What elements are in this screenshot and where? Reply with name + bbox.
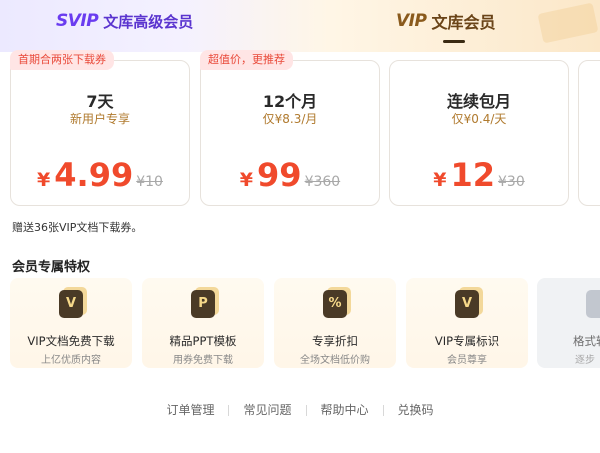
privilege-desc: 逐步 bbox=[575, 355, 595, 366]
privilege-format-convert[interactable]: 格式转 逐步 bbox=[537, 278, 600, 368]
price-amount: 4.99 bbox=[54, 156, 134, 194]
privilege-vip-badge[interactable]: V VIP专属标识 会员尊享 bbox=[406, 278, 528, 368]
tab-svip-label: 文库高级会员 bbox=[103, 12, 194, 31]
plan-card-monthly[interactable]: 连续包月 仅¥0.4/天 ¥12 ¥30 bbox=[389, 60, 569, 206]
plan-card-partial[interactable] bbox=[578, 60, 600, 206]
privilege-title: 格式转 bbox=[573, 334, 600, 348]
plan-price: ¥12 ¥30 bbox=[390, 159, 568, 191]
plan-card-12-months[interactable]: 超值价，更推荐 12个月 仅¥8.3/月 ¥99 ¥360 bbox=[200, 50, 380, 206]
currency-symbol: ¥ bbox=[37, 169, 51, 191]
privileges-heading: 会员专属特权 bbox=[12, 260, 91, 275]
plan-badge: 超值价，更推荐 bbox=[200, 50, 293, 70]
price-amount: 99 bbox=[257, 156, 302, 194]
footer-link-help[interactable]: 帮助中心 bbox=[307, 403, 383, 417]
tab-vip[interactable]: VIP 文库会员 bbox=[396, 8, 495, 34]
plan-title: 连续包月 bbox=[446, 92, 511, 111]
original-price: ¥10 bbox=[136, 174, 163, 190]
footer-link-orders[interactable]: 订单管理 bbox=[152, 403, 228, 417]
plan-subtitle: 仅¥0.4/天 bbox=[451, 112, 507, 126]
privilege-desc: 全场文档低价购 bbox=[300, 355, 370, 366]
currency-symbol: ¥ bbox=[239, 169, 254, 191]
plan-subtitle: 新用户专享 bbox=[69, 112, 130, 126]
v-icon: V bbox=[59, 290, 83, 318]
gift-note: 赠送36张VIP文档下载券。 bbox=[12, 221, 143, 234]
footer-links: 订单管理 常见问题 帮助中心 兑换码 bbox=[0, 401, 600, 418]
footer-link-redeem[interactable]: 兑换码 bbox=[384, 403, 448, 417]
plan-card-7-days[interactable]: 首期合两张下载券 7天 新用户专享 ¥4.99 ¥10 bbox=[10, 50, 190, 206]
plan-price: ¥4.99 ¥10 bbox=[11, 159, 189, 191]
privilege-desc: 上亿优质内容 bbox=[41, 355, 101, 366]
discount-icon: % bbox=[323, 290, 347, 318]
decoration-graphic bbox=[538, 3, 598, 43]
privilege-vip-download[interactable]: V VIP文档免费下载 上亿优质内容 bbox=[10, 278, 132, 368]
original-price: ¥360 bbox=[304, 174, 341, 190]
plan-title: 7天 bbox=[86, 92, 114, 111]
plan-price: ¥99 ¥360 bbox=[201, 159, 379, 191]
convert-icon bbox=[586, 290, 600, 318]
svip-logo: SVIP bbox=[56, 11, 99, 31]
original-price: ¥30 bbox=[498, 174, 525, 190]
vip-logo: VIP bbox=[396, 11, 427, 31]
plan-title: 12个月 bbox=[262, 92, 318, 111]
plan-subtitle: 仅¥8.3/月 bbox=[262, 112, 318, 126]
plan-badge: 首期合两张下载券 bbox=[10, 50, 114, 70]
currency-symbol: ¥ bbox=[433, 169, 447, 191]
footer-link-faq[interactable]: 常见问题 bbox=[229, 403, 305, 417]
privilege-title: 精品PPT模板 bbox=[169, 334, 237, 348]
privilege-title: 专享折扣 bbox=[312, 334, 358, 348]
privilege-ppt-template[interactable]: P 精品PPT模板 用券免费下载 bbox=[142, 278, 264, 368]
privilege-title: VIP专属标识 bbox=[434, 334, 500, 348]
vip-badge-icon: V bbox=[455, 290, 479, 318]
privilege-desc: 会员尊享 bbox=[447, 355, 487, 366]
privilege-desc: 用券免费下载 bbox=[173, 355, 233, 366]
privilege-discount[interactable]: % 专享折扣 全场文档低价购 bbox=[274, 278, 396, 368]
price-amount: 12 bbox=[450, 156, 496, 194]
tab-vip-label: 文库会员 bbox=[431, 13, 496, 32]
privilege-title: VIP文档免费下载 bbox=[27, 334, 115, 348]
tab-svip[interactable]: SVIP 文库高级会员 bbox=[56, 8, 193, 34]
active-tab-indicator bbox=[443, 40, 465, 43]
ppt-icon: P bbox=[191, 290, 215, 318]
membership-tabs-bar: SVIP 文库高级会员 VIP 文库会员 bbox=[0, 0, 600, 52]
